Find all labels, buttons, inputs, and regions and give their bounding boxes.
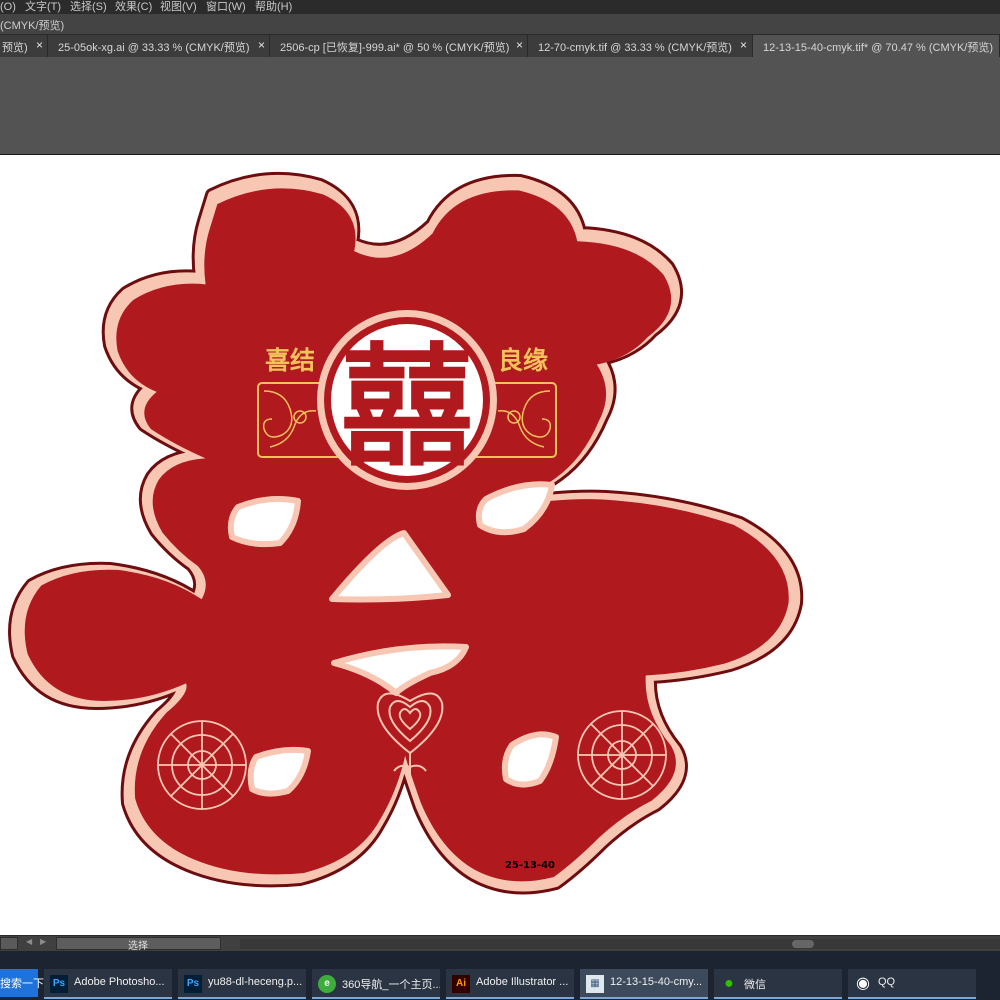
status-bar: ◀ ▶ 选择 <box>0 935 1000 952</box>
document-canvas[interactable]: 喜结 良缘 囍 25-13-40 <box>0 154 1000 935</box>
task-label: Adobe Illustrator ... <box>476 976 569 988</box>
horizontal-scrollbar[interactable] <box>240 939 1000 949</box>
windows-taskbar: 搜索一下 Ps Adobe Photosho... Ps yu88-dl-hec… <box>0 951 1000 1000</box>
medallion-glyph: 囍 <box>341 331 473 485</box>
task-label: QQ <box>878 976 896 988</box>
menu-select[interactable]: 选择(S) <box>70 0 107 14</box>
search-button[interactable]: 搜索一下 <box>0 969 44 997</box>
document-tab[interactable]: 预览) × <box>0 35 48 57</box>
close-icon[interactable]: × <box>258 38 265 52</box>
photoshop-file-icon: Ps <box>184 975 202 993</box>
double-happiness-artwork: 喜结 良缘 囍 25-13-40 <box>0 155 1000 935</box>
flower-right <box>577 710 667 800</box>
menu-bar: (O) 文字(T) 选择(S) 效果(C) 视图(V) 窗口(W) 帮助(H) <box>0 0 1000 14</box>
tab-label: 预览) <box>2 42 28 54</box>
menu-window[interactable]: 窗口(W) <box>206 0 246 14</box>
taskbar-item-illustrator[interactable]: Ai Adobe Illustrator ... <box>446 969 574 999</box>
document-tab[interactable]: 2506-cp [已恢复]-999.ai* @ 50 % (CMYK/预览) × <box>270 35 528 57</box>
tab-label: 25-05ok-xg.ai @ 33.33 % (CMYK/预览) <box>58 42 250 54</box>
task-label: yu88-dl-heceng.p... <box>208 976 303 988</box>
zoom-dropdown[interactable] <box>0 937 18 950</box>
banner-left-text: 喜结 <box>265 346 315 375</box>
browser-360-icon: e <box>318 975 336 993</box>
close-icon[interactable]: × <box>740 38 747 52</box>
tab-label: 2506-cp [已恢复]-999.ai* @ 50 % (CMYK/预览) <box>280 42 510 54</box>
document-tab-active[interactable]: 12-13-15-40-cmyk.tif* @ 70.47 % (CMYK/预览… <box>753 35 1000 57</box>
task-label: 360导航_一个主页... <box>342 979 440 991</box>
image-file-icon: ▦ <box>586 975 604 993</box>
close-icon[interactable]: × <box>516 38 523 52</box>
code-label: 25-13-40 <box>505 860 555 871</box>
menu-object[interactable]: (O) <box>0 0 16 14</box>
scrollbar-thumb[interactable] <box>792 940 814 948</box>
cutout-left-eye <box>227 496 301 548</box>
flower-left <box>157 720 247 810</box>
illustrator-icon: Ai <box>452 975 470 993</box>
taskbar-item-photoshop[interactable]: Ps Adobe Photosho... <box>44 969 172 999</box>
search-label: 搜索一下 <box>0 978 44 990</box>
window-title-bar: (CMYK/预览) <box>0 14 1000 35</box>
menu-effect[interactable]: 效果(C) <box>115 0 152 14</box>
menu-view[interactable]: 视图(V) <box>160 0 197 14</box>
taskbar-item-qq[interactable]: ◉ QQ <box>848 969 976 999</box>
window-title: (CMYK/预览) <box>0 20 65 32</box>
close-icon[interactable]: × <box>36 38 43 52</box>
photoshop-icon: Ps <box>50 975 68 993</box>
taskbar-item-wechat[interactable]: ● 微信 <box>714 969 842 999</box>
prev-artboard-icon[interactable]: ◀ <box>26 937 32 946</box>
tab-label: 12-70-cmyk.tif @ 33.33 % (CMYK/预览) <box>538 42 732 54</box>
document-tab[interactable]: 25-05ok-xg.ai @ 33.33 % (CMYK/预览) × <box>48 35 270 57</box>
taskbar-item-ps-file[interactable]: Ps yu88-dl-heceng.p... <box>178 969 306 999</box>
wechat-icon: ● <box>724 975 734 992</box>
taskbar-item-360-browser[interactable]: e 360导航_一个主页... <box>312 969 440 999</box>
status-text: 选择 <box>128 941 148 952</box>
document-tab-bar: 预览) × 25-05ok-xg.ai @ 33.33 % (CMYK/预览) … <box>0 35 1000 57</box>
taskbar-item-image-file[interactable]: ▦ 12-13-15-40-cmy... <box>580 969 708 999</box>
menu-help[interactable]: 帮助(H) <box>255 0 292 14</box>
document-tab[interactable]: 12-70-cmyk.tif @ 33.33 % (CMYK/预览) × <box>528 35 753 57</box>
task-label: 微信 <box>744 979 766 991</box>
task-label: 12-13-15-40-cmy... <box>610 976 703 988</box>
qq-icon: ◉ <box>856 975 870 992</box>
menu-type[interactable]: 文字(T) <box>25 0 61 14</box>
tab-label: 12-13-15-40-cmyk.tif* @ 70.47 % (CMYK/预览… <box>763 42 994 54</box>
next-artboard-icon[interactable]: ▶ <box>40 937 46 946</box>
task-label: Adobe Photosho... <box>74 976 165 988</box>
banner-right-text: 良缘 <box>498 346 548 375</box>
